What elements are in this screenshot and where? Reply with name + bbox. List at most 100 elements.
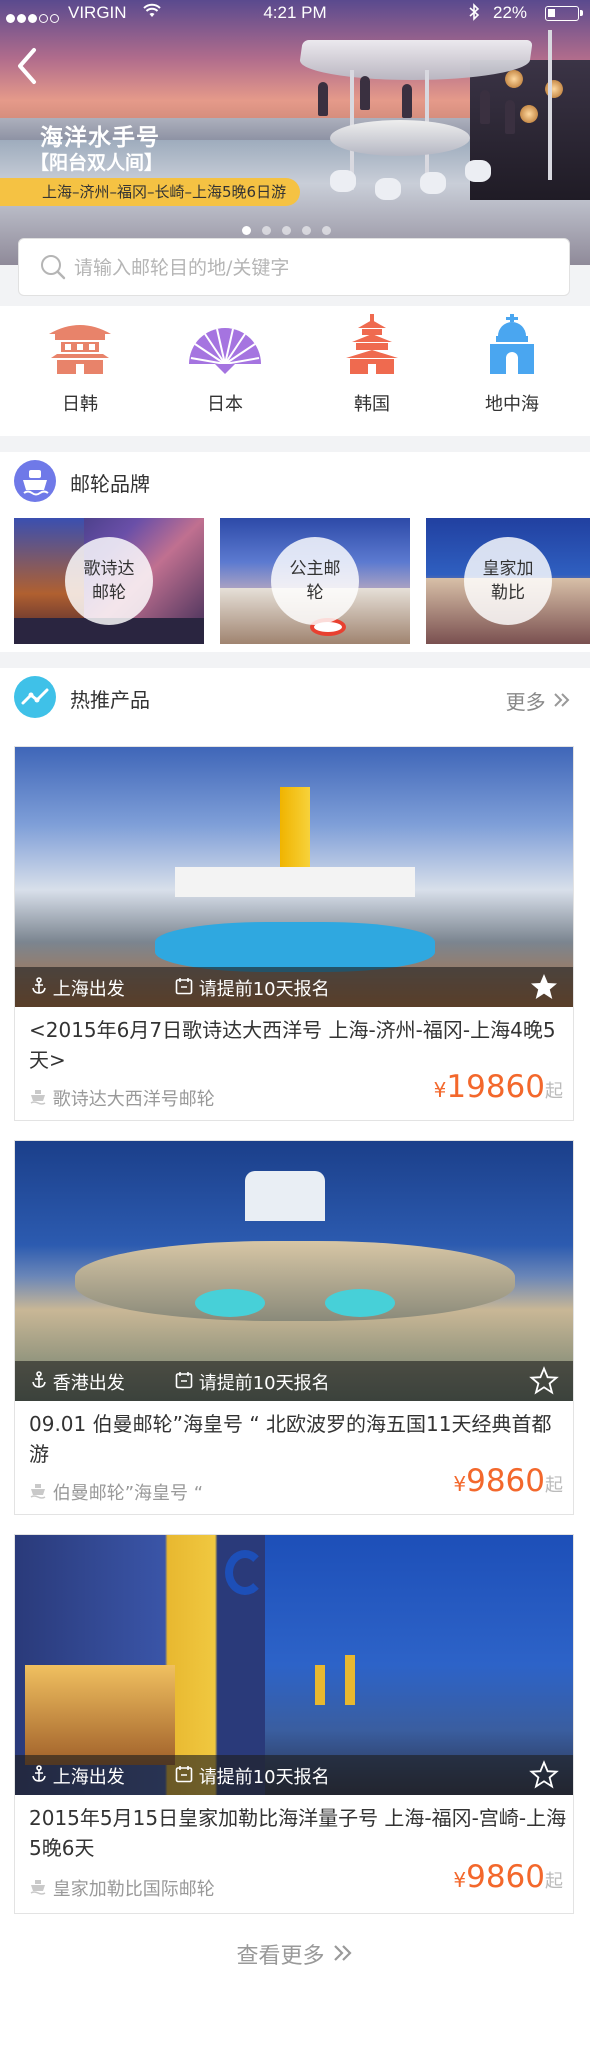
favorite-button[interactable] [529,1760,559,1795]
product-info-bar: 上海出发 请提前10天报名 [15,1755,573,1795]
product-price: ¥9860起 [453,1463,563,1499]
product-info-bar: 香港出发 请提前10天报名 [15,1361,573,1401]
anchor-icon [32,1765,46,1782]
departure: 上海出发 [31,975,125,1001]
cruise-line: 歌诗达大西洋号邮轮 [29,1085,215,1111]
double-chevron-right-icon [333,1945,352,1961]
departure: 香港出发 [31,1369,125,1395]
brand-section: 邮轮品牌 歌诗达邮轮 公主邮轮 皇家加勒比 [0,452,590,652]
double-chevron-right-icon [554,693,570,707]
register-note: 请提前10天报名 [175,1763,330,1789]
departure-label: 上海出发 [52,979,125,1000]
chapel-icon [490,314,534,374]
hero-title: 海洋水手号 [40,125,160,151]
departure-label: 香港出发 [52,1373,125,1394]
ship-icon [30,1880,46,1895]
pager-dot[interactable] [262,226,271,235]
battery-icon [545,6,579,21]
see-more-button[interactable]: 查看更多 [0,1938,590,1970]
category-label: 韩国 [354,394,390,415]
hero-pole [548,30,552,180]
cruise-line: 皇家加勒比国际邮轮 [29,1875,215,1901]
pager-dot[interactable] [322,226,331,235]
price-suffix: 起 [545,1475,563,1496]
price-suffix: 起 [545,1871,563,1892]
search-box[interactable] [18,238,570,296]
pager-dot[interactable] [242,226,251,235]
ship-icon [14,460,56,502]
brand-section-header: 邮轮品牌 [0,452,590,514]
price-currency: ¥ [453,1472,467,1496]
hot-section: 热推产品 更多 上海出发 请提前10天报名 <2015年6月7日歌诗达大西洋号 … [0,668,590,2048]
star-outline-icon [529,1366,559,1395]
hero-stool [375,178,401,200]
chevron-left-icon [18,48,36,84]
category-grid: 日韩 日本 韩国 地中海 [0,306,590,436]
product-image: 上海出发 请提前10天报名 [15,1535,573,1795]
product-card[interactable]: 上海出发 请提前10天报名 2015年5月15日皇家加勒比海洋量子号 上海-福冈… [14,1534,574,1914]
category-label: 日本 [207,394,243,415]
brand-label: 公主邮轮 [271,537,359,625]
product-title: 09.01 伯曼邮轮”海皇号 “ 北欧波罗的海五国11天经典首都游 [29,1412,552,1466]
fan-icon [189,328,261,374]
favorite-button[interactable] [529,1366,559,1401]
star-outline-icon [529,1760,559,1789]
category-korea[interactable]: 韩国 [312,314,432,416]
category-rihan[interactable]: 日韩 [20,314,140,416]
search-icon [39,253,67,285]
product-card[interactable]: 香港出发 请提前10天报名 09.01 伯曼邮轮”海皇号 “ 北欧波罗的海五国1… [14,1140,574,1515]
register-label: 请提前10天报名 [198,979,330,1000]
product-info-bar: 上海出发 请提前10天报名 [15,967,573,1007]
search-input[interactable] [74,251,554,285]
cruise-line-label: 伯曼邮轮”海皇号 “ [52,1483,204,1504]
pool-shape [195,1289,265,1317]
price-value: 9860 [466,1859,545,1895]
brand-section-title: 邮轮品牌 [70,472,150,496]
departure-label: 上海出发 [52,1767,125,1788]
more-link[interactable]: 更多 [506,686,572,715]
back-button[interactable] [14,46,44,86]
hot-section-title: 热推产品 [70,688,150,712]
hero-banner[interactable]: VIRGIN 4:21 PM 22% 海洋水手号 【阳台双人间】 上海–济州–福… [0,0,590,265]
category-mediterranean[interactable]: 地中海 [452,314,572,416]
carousel-pager[interactable] [242,220,342,239]
pager-dot[interactable] [302,226,311,235]
hero-stool [330,170,356,192]
product-card[interactable]: 上海出发 请提前10天报名 <2015年6月7日歌诗达大西洋号 上海-济州-福冈… [14,746,574,1121]
battery-tip [580,10,583,16]
anchor-icon [32,977,46,994]
bluetooth-icon [468,3,480,26]
funnel-shape [280,787,310,867]
hero-subtitle: 【阳台双人间】 [30,152,164,174]
product-image: 上海出发 请提前10天报名 [15,747,573,1007]
hot-section-header: 热推产品 更多 [0,668,590,730]
deck-house [175,867,415,897]
logo-mark [225,1550,265,1595]
category-label: 日韩 [62,394,98,415]
hero-lamp [505,70,523,88]
product-image: 香港出发 请提前10天报名 [15,1141,573,1401]
product-price: ¥9860起 [453,1859,563,1895]
calendar-icon [175,1372,193,1389]
cruise-line: 伯曼邮轮”海皇号 “ [29,1479,203,1505]
brand-card-princess[interactable]: 公主邮轮 [220,518,410,644]
hero-person [505,100,515,134]
tower-icon [346,314,398,374]
hero-bar [330,120,470,156]
ship-icon [30,1484,46,1499]
product-title: <2015年6月7日歌诗达大西洋号 上海-济州-福冈-上海4晚5天> [29,1018,556,1072]
hero-stool [465,160,491,182]
cruise-line-label: 皇家加勒比国际邮轮 [52,1879,215,1900]
brand-card-royal[interactable]: 皇家加勒比 [426,518,590,644]
favorite-button[interactable] [529,972,559,1007]
trend-icon [14,676,56,718]
category-japan[interactable]: 日本 [165,314,285,416]
brand-card-costa[interactable]: 歌诗达邮轮 [14,518,204,644]
pager-dot[interactable] [282,226,291,235]
pagoda-icon [49,325,111,374]
register-label: 请提前10天报名 [198,1373,330,1394]
funnel-shape [315,1665,325,1705]
ship-window [25,1665,175,1765]
more-label: 更多 [505,690,546,714]
pool-shape [155,922,435,972]
